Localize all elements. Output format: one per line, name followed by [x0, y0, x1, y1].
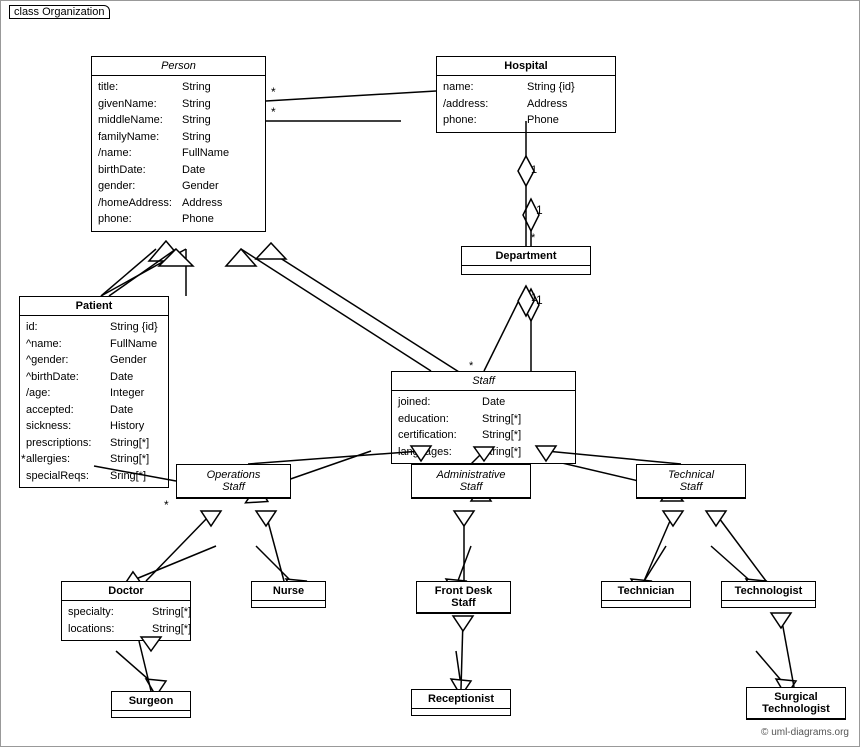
class-staff: Staff joined:Date education:String[*] ce…: [391, 371, 576, 464]
svg-text:1: 1: [536, 203, 543, 217]
class-department-attrs: [462, 266, 590, 274]
class-technical-staff-name: TechnicalStaff: [637, 465, 745, 498]
class-patient: Patient id:String {id} ^name:FullName ^g…: [19, 296, 169, 488]
class-technologist-name: Technologist: [722, 582, 815, 601]
svg-text:*: *: [271, 105, 276, 119]
class-receptionist: Receptionist: [411, 689, 511, 716]
diagram-title: class Organization: [9, 5, 110, 19]
class-operations-staff: OperationsStaff: [176, 464, 291, 499]
class-patient-attrs: id:String {id} ^name:FullName ^gender:Ge…: [20, 316, 168, 487]
class-patient-name: Patient: [20, 297, 168, 316]
svg-text:*: *: [531, 232, 536, 244]
class-person: Person title:String givenName:String mid…: [91, 56, 266, 232]
class-technician: Technician: [601, 581, 691, 608]
class-technician-name: Technician: [602, 582, 690, 601]
svg-text:*: *: [271, 85, 276, 99]
class-front-desk-staff: Front DeskStaff: [416, 581, 511, 614]
class-administrative-staff: AdministrativeStaff: [411, 464, 531, 499]
svg-text:1: 1: [531, 292, 537, 304]
class-doctor-name: Doctor: [62, 582, 190, 601]
class-surgeon: Surgeon: [111, 691, 191, 718]
svg-text:*: *: [164, 498, 169, 512]
copyright: © uml-diagrams.org: [761, 727, 849, 738]
diagram: class Organization * 1 * 1 *: [0, 0, 860, 747]
class-hospital: Hospital name:String {id} /address:Addre…: [436, 56, 616, 133]
class-doctor-attrs: specialty:String[*] locations:String[*]: [62, 601, 190, 640]
class-administrative-staff-name: AdministrativeStaff: [412, 465, 530, 498]
class-operations-staff-name: OperationsStaff: [177, 465, 290, 498]
class-surgical-technologist: SurgicalTechnologist: [746, 687, 846, 720]
class-department: Department: [461, 246, 591, 275]
class-technical-staff: TechnicalStaff: [636, 464, 746, 499]
svg-text:1: 1: [531, 164, 537, 176]
class-surgeon-name: Surgeon: [112, 692, 190, 711]
svg-text:1: 1: [536, 293, 543, 307]
class-technician-attrs: [602, 601, 690, 607]
class-staff-name: Staff: [392, 372, 575, 391]
class-nurse: Nurse: [251, 581, 326, 608]
class-surgical-technologist-name: SurgicalTechnologist: [747, 688, 845, 719]
class-person-attrs: title:String givenName:String middleName…: [92, 76, 265, 231]
class-hospital-name: Hospital: [437, 57, 615, 76]
class-staff-attrs: joined:Date education:String[*] certific…: [392, 391, 575, 463]
class-technologist: Technologist: [721, 581, 816, 608]
class-technologist-attrs: [722, 601, 815, 607]
class-person-name: Person: [92, 57, 265, 76]
class-nurse-name: Nurse: [252, 582, 325, 601]
class-department-name: Department: [462, 247, 590, 266]
class-surgeon-attrs: [112, 711, 190, 717]
class-front-desk-staff-name: Front DeskStaff: [417, 582, 510, 613]
class-nurse-attrs: [252, 601, 325, 607]
class-hospital-attrs: name:String {id} /address:Address phone:…: [437, 76, 615, 132]
class-receptionist-name: Receptionist: [412, 690, 510, 709]
class-receptionist-attrs: [412, 709, 510, 715]
class-doctor: Doctor specialty:String[*] locations:Str…: [61, 581, 191, 641]
